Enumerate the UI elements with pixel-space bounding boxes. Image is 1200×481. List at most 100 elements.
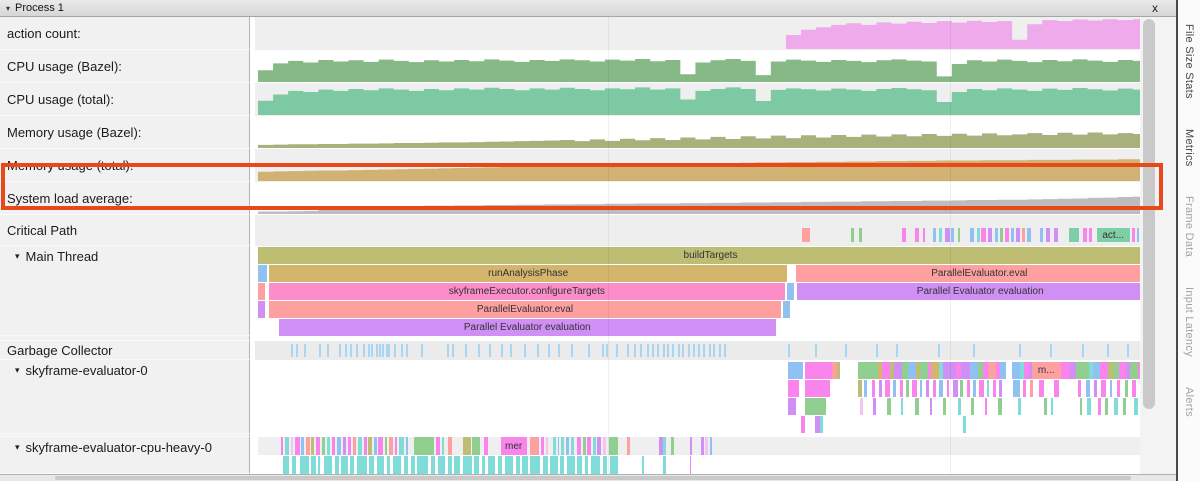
trace-slice[interactable] xyxy=(560,456,564,474)
trace-slice[interactable] xyxy=(474,456,479,474)
side-tab-input-latency[interactable]: Input Latency xyxy=(1183,287,1195,357)
trace-slice[interactable] xyxy=(981,228,986,242)
trace-slice[interactable] xyxy=(583,437,586,455)
trace-slice[interactable] xyxy=(318,456,321,474)
trace-slice[interactable] xyxy=(448,456,452,474)
gc-event-tick[interactable] xyxy=(363,344,365,357)
collapse-arrow-icon[interactable]: ▾ xyxy=(15,440,20,455)
trace-slice[interactable] xyxy=(585,456,589,474)
trace-slice[interactable] xyxy=(498,456,503,474)
trace-slice[interactable] xyxy=(567,456,575,474)
trace-slice[interactable] xyxy=(1040,228,1043,242)
trace-slice[interactable] xyxy=(958,398,962,415)
trace-slice[interactable] xyxy=(417,456,428,474)
trace-slice[interactable] xyxy=(316,437,321,455)
track-canvas[interactable]: buildTargetsrunAnalysisPhaseParallelEval… xyxy=(255,246,1163,336)
trace-slice[interactable] xyxy=(505,456,513,474)
gc-event-tick[interactable] xyxy=(876,344,878,357)
trace-slice[interactable] xyxy=(454,456,459,474)
trace-slice[interactable] xyxy=(283,456,288,474)
trace-slice[interactable] xyxy=(1086,380,1090,397)
trace-slice[interactable] xyxy=(988,362,995,379)
gc-event-tick[interactable] xyxy=(394,344,396,357)
gc-event-tick[interactable] xyxy=(896,344,898,357)
trace-slice[interactable] xyxy=(939,228,941,242)
gc-event-tick[interactable] xyxy=(319,344,321,357)
trace-slice-buildtargets[interactable]: buildTargets xyxy=(258,247,1163,264)
trace-slice[interactable] xyxy=(377,456,384,474)
side-tab-frame-data[interactable]: Frame Data xyxy=(1183,196,1195,257)
gc-event-tick[interactable] xyxy=(634,344,636,357)
trace-slice[interactable] xyxy=(301,437,304,455)
trace-slice[interactable] xyxy=(1076,362,1089,379)
trace-slice[interactable] xyxy=(324,456,332,474)
gc-event-tick[interactable] xyxy=(379,344,381,357)
gc-event-tick[interactable] xyxy=(489,344,491,357)
trace-slice[interactable] xyxy=(963,416,966,433)
trace-slice-act[interactable]: act... xyxy=(1097,228,1130,242)
trace-slice[interactable] xyxy=(593,437,596,455)
collapse-arrow-icon[interactable]: ▾ xyxy=(15,249,20,264)
gc-event-tick[interactable] xyxy=(558,344,560,357)
trace-slice-mer[interactable]: mer xyxy=(501,437,527,455)
trace-slice[interactable] xyxy=(979,380,984,397)
track-canvas[interactable] xyxy=(255,116,1163,149)
trace-slice[interactable] xyxy=(1044,398,1048,415)
trace-slice[interactable] xyxy=(1098,398,1101,415)
trace-slice-parallelevaluator-eval[interactable]: ParallelEvaluator.eval xyxy=(269,301,781,318)
trace-slice[interactable] xyxy=(1105,398,1108,415)
side-tab-file-size-stats[interactable]: File Size Stats xyxy=(1183,24,1195,99)
trace-slice[interactable] xyxy=(1117,380,1121,397)
trace-slice[interactable] xyxy=(801,416,805,433)
trace-slice[interactable] xyxy=(1005,228,1009,242)
trace-slice[interactable] xyxy=(967,380,971,397)
gc-event-tick[interactable] xyxy=(388,344,390,357)
trace-slice-skyframeexecutor-configuretargets[interactable]: skyframeExecutor.configureTargets xyxy=(269,283,785,300)
trace-slice[interactable] xyxy=(311,437,314,455)
gc-event-tick[interactable] xyxy=(386,344,388,357)
gc-event-tick[interactable] xyxy=(588,344,590,357)
trace-slice[interactable] xyxy=(389,437,393,455)
trace-slice[interactable] xyxy=(1134,398,1138,415)
gc-event-tick[interactable] xyxy=(291,344,293,357)
gc-event-tick[interactable] xyxy=(524,344,526,357)
gc-event-tick[interactable] xyxy=(606,344,608,357)
trace-slice[interactable] xyxy=(385,437,388,455)
gc-event-tick[interactable] xyxy=(973,344,975,357)
trace-slice[interactable] xyxy=(306,437,310,455)
trace-slice[interactable] xyxy=(943,398,946,415)
gc-event-tick[interactable] xyxy=(465,344,467,357)
horizontal-scrollbar[interactable] xyxy=(0,474,1176,481)
trace-slice[interactable] xyxy=(987,380,990,397)
trace-slice[interactable] xyxy=(970,362,978,379)
trace-slice[interactable] xyxy=(1013,380,1020,397)
track-canvas[interactable]: act... xyxy=(255,215,1163,246)
trace-slice[interactable] xyxy=(1119,362,1126,379)
gc-event-tick[interactable] xyxy=(406,344,408,357)
gc-event-tick[interactable] xyxy=(1107,344,1109,357)
trace-slice[interactable] xyxy=(1054,380,1059,397)
gc-event-tick[interactable] xyxy=(1127,344,1129,357)
trace-slice-m[interactable]: m... xyxy=(1032,362,1061,379)
trace-slice[interactable] xyxy=(663,456,665,474)
trace-slice[interactable] xyxy=(802,228,810,242)
trace-slice[interactable] xyxy=(912,380,917,397)
trace-slice[interactable] xyxy=(885,380,890,397)
trace-slice[interactable] xyxy=(1101,380,1106,397)
track-canvas[interactable] xyxy=(255,50,1163,83)
trace-slice[interactable] xyxy=(663,437,666,455)
trace-slice[interactable] xyxy=(258,283,265,300)
trace-slice[interactable] xyxy=(300,456,309,474)
trace-slice[interactable] xyxy=(993,380,997,397)
trace-slice[interactable] xyxy=(970,228,974,242)
gc-event-tick[interactable] xyxy=(345,344,347,357)
vertical-scrollbar-thumb[interactable] xyxy=(1143,19,1155,409)
track-canvas[interactable]: mer xyxy=(255,437,1163,474)
trace-slice[interactable] xyxy=(516,456,520,474)
gc-event-tick[interactable] xyxy=(667,344,669,357)
track-label-skyframe-evaluator-cpu-heavy-0[interactable]: ▾skyframe-evaluator-cpu-heavy-0 xyxy=(0,437,250,474)
trace-slice[interactable] xyxy=(920,380,923,397)
trace-slice[interactable] xyxy=(998,398,1002,415)
trace-slice[interactable] xyxy=(411,456,415,474)
trace-slice[interactable] xyxy=(820,416,823,433)
